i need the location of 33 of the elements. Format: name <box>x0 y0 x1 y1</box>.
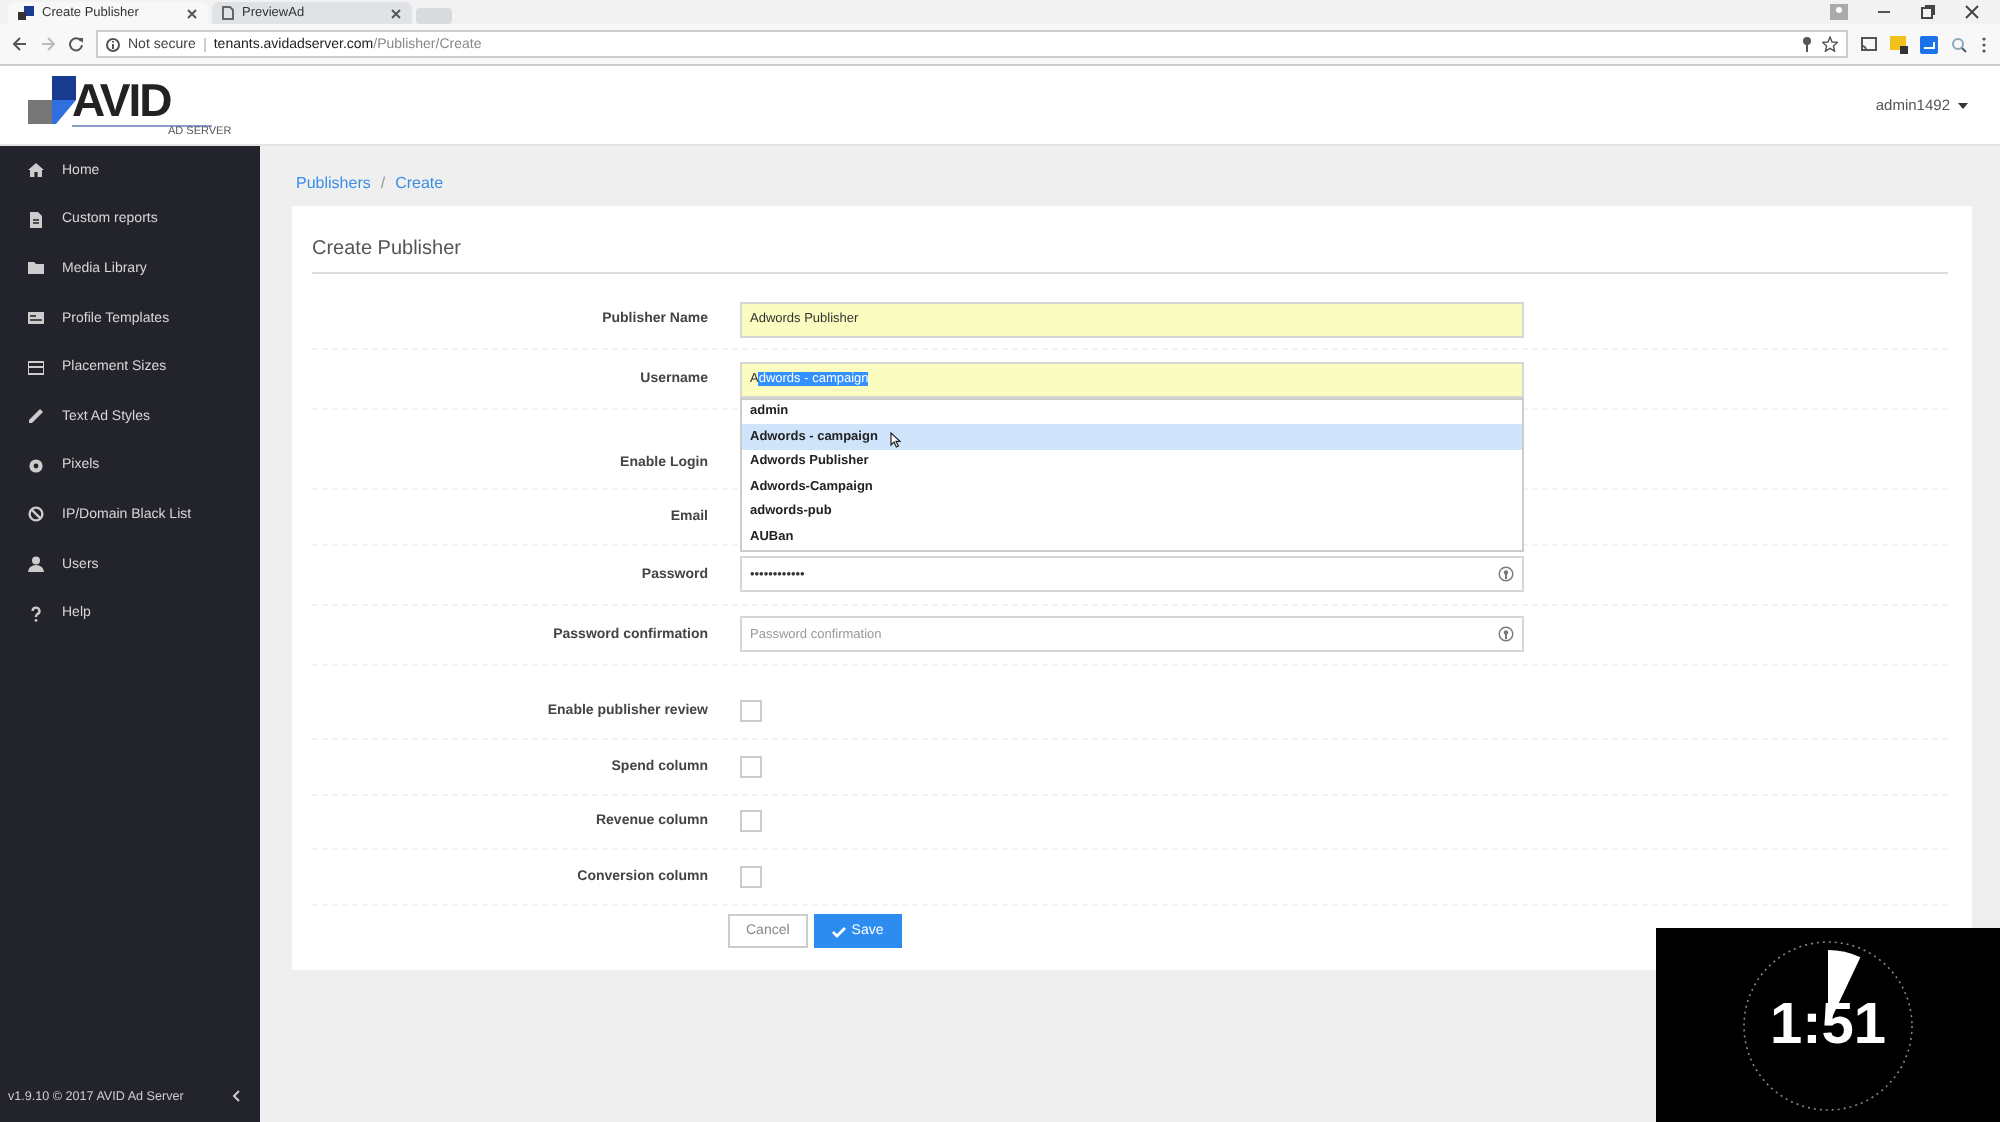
restore-icon[interactable] <box>1920 4 1936 20</box>
info-icon <box>106 37 120 51</box>
window-icon <box>28 359 44 376</box>
menu-icon[interactable] <box>1980 35 1988 53</box>
folder-icon <box>28 260 44 277</box>
pencil-icon <box>28 408 44 425</box>
user-icon <box>28 556 44 573</box>
gear-icon <box>28 457 44 474</box>
document-icon <box>28 211 44 228</box>
extension-icon[interactable] <box>1890 35 1908 53</box>
checkmark-icon <box>831 925 846 937</box>
favicon-icon <box>18 6 34 20</box>
cursor-icon <box>890 432 902 448</box>
close-icon[interactable] <box>390 7 402 19</box>
form-title: Create Publisher <box>312 238 1948 274</box>
caret-icon[interactable] <box>1958 101 1968 109</box>
star-icon[interactable] <box>1822 36 1838 52</box>
ban-icon <box>28 506 44 523</box>
close-icon[interactable] <box>1964 4 1980 20</box>
chevron-left-icon[interactable] <box>232 1090 240 1102</box>
reload-icon[interactable] <box>68 36 84 52</box>
breadcrumb-separator: / <box>380 173 386 191</box>
checkbox[interactable] <box>740 810 762 833</box>
checkbox[interactable] <box>740 755 762 778</box>
cast-icon[interactable] <box>1860 36 1878 52</box>
checkbox[interactable] <box>740 865 762 888</box>
id-card-icon <box>28 310 44 327</box>
checkbox[interactable] <box>740 700 762 723</box>
close-icon[interactable] <box>186 7 198 19</box>
back-icon[interactable] <box>12 36 28 52</box>
page-icon <box>222 6 234 20</box>
home-icon <box>28 162 44 179</box>
question-mark-icon <box>28 605 44 622</box>
